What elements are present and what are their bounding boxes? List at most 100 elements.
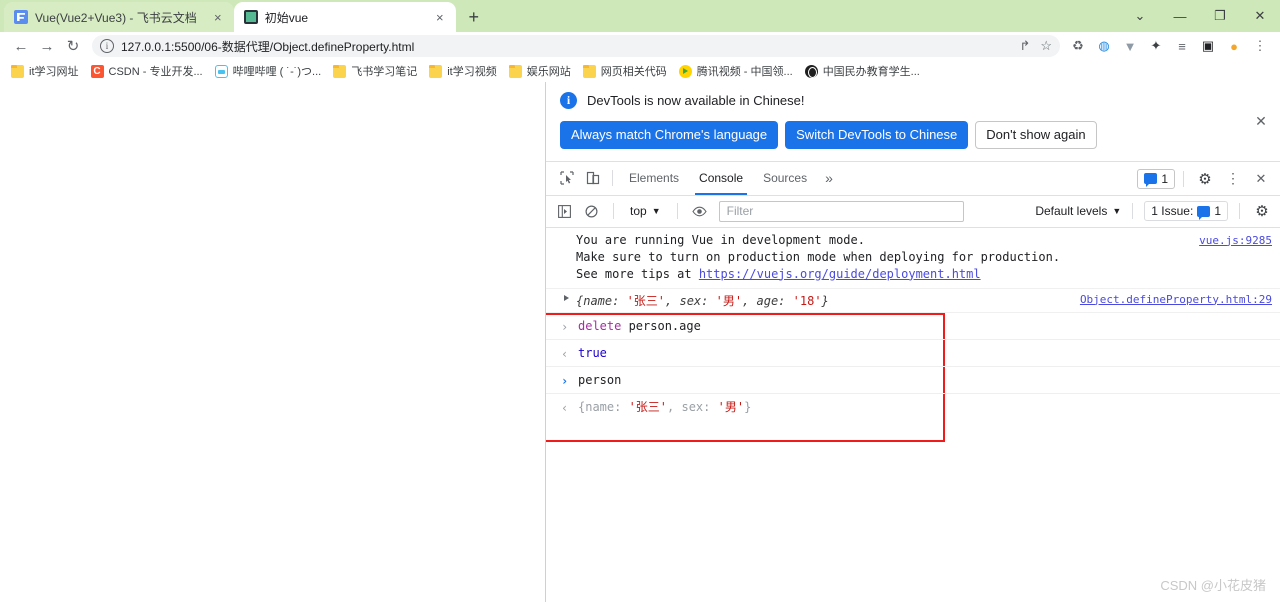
- repl-keyword: delete: [578, 318, 622, 333]
- side-panel-icon[interactable]: ▣: [1196, 34, 1220, 58]
- clear-console-icon[interactable]: [580, 200, 602, 222]
- forward-button[interactable]: →: [34, 33, 60, 59]
- bookmark-star-icon[interactable]: ☆: [1040, 38, 1052, 54]
- console-repl-output-2[interactable]: ‹ {name: '张三', sex: '男'}: [546, 394, 1280, 420]
- expand-triangle-icon[interactable]: [564, 294, 569, 301]
- back-button[interactable]: ←: [8, 33, 34, 59]
- object-suffix: }: [744, 399, 752, 414]
- console-output[interactable]: vue.js:9285 You are running Vue in devel…: [546, 227, 1280, 602]
- console-repl-input-1[interactable]: › delete person.age: [546, 313, 1280, 340]
- close-devtools-icon[interactable]: ✕: [1248, 167, 1274, 191]
- divider: [612, 170, 613, 187]
- console-message-vue-warning: vue.js:9285 You are running Vue in devel…: [546, 228, 1280, 289]
- divider: [676, 203, 678, 220]
- profile-avatar-icon[interactable]: ●: [1222, 34, 1246, 58]
- object-value-name: '张三': [626, 293, 666, 308]
- media-list-icon[interactable]: ≡: [1170, 34, 1194, 58]
- close-window-button[interactable]: ✕: [1240, 0, 1280, 32]
- window-controls: ⌄ — ❐ ✕: [1120, 0, 1280, 32]
- browser-window: Vue(Vue2+Vue3) - 飞书云文档 × 初始vue × + ⌄ — ❐…: [0, 0, 1280, 602]
- browser-extension-blue-icon[interactable]: ◍: [1092, 34, 1116, 58]
- console-repl-input-2[interactable]: › person: [546, 367, 1280, 394]
- bookmark-item[interactable]: 哔哩哔哩 ( ˙-˙)つ...: [210, 61, 327, 81]
- bookmark-item[interactable]: 网页相关代码: [578, 61, 672, 81]
- chrome-menu-icon[interactable]: ⋮: [1248, 34, 1272, 58]
- console-sidebar-icon[interactable]: [553, 200, 575, 222]
- tab-close-icon[interactable]: ×: [432, 9, 448, 25]
- inspect-element-icon[interactable]: [554, 166, 580, 190]
- issues-status-chip[interactable]: 1 Issue: 1: [1144, 201, 1228, 222]
- repl-result-value: true: [578, 345, 607, 360]
- source-link[interactable]: Object.defineProperty.html:29: [1080, 293, 1272, 306]
- browser-tab-1[interactable]: 初始vue ×: [233, 2, 456, 32]
- filter-placeholder: Filter: [726, 204, 754, 219]
- issue-chat-icon: [1144, 173, 1158, 188]
- vimium-extension-icon[interactable]: ▼: [1118, 34, 1142, 58]
- console-filter-input[interactable]: Filter: [718, 200, 964, 222]
- result-arrow-icon: ‹: [561, 400, 569, 415]
- new-tab-button[interactable]: +: [460, 3, 488, 31]
- recycle-extension-icon[interactable]: ♻: [1066, 34, 1090, 58]
- dont-show-again-button[interactable]: Don't show again: [975, 121, 1097, 149]
- chevron-down-icon: ▼: [651, 206, 661, 217]
- tab-console[interactable]: Console: [689, 163, 753, 195]
- extensions-puzzle-icon[interactable]: ✦: [1144, 34, 1168, 58]
- reload-button[interactable]: ↻: [60, 33, 86, 59]
- address-bar[interactable]: i 127.0.0.1:5500/06-数据代理/Object.definePr…: [92, 35, 1060, 57]
- divider: [1132, 203, 1134, 220]
- warning-line: You are running Vue in development mode.: [576, 232, 865, 247]
- browser-tab-0[interactable]: Vue(Vue2+Vue3) - 飞书云文档 ×: [4, 2, 234, 32]
- log-levels-selector[interactable]: Default levels ▼: [1035, 204, 1121, 218]
- warning-line-with-link: See more tips at https://vuejs.org/guide…: [576, 266, 1270, 283]
- vue-deployment-link[interactable]: https://vuejs.org/guide/deployment.html: [699, 267, 981, 281]
- issues-badge[interactable]: 1: [1137, 168, 1175, 189]
- address-bar-url: 127.0.0.1:5500/06-数据代理/Object.defineProp…: [121, 39, 415, 54]
- object-mid-2: , age:: [742, 293, 793, 308]
- kebab-menu-icon[interactable]: ⋮: [1220, 167, 1246, 191]
- bookmark-label: 腾讯视频 - 中国领...: [696, 66, 793, 78]
- bookmarks-bar: it学习网址 C CSDN - 专业开发... 哔哩哔哩 ( ˙-˙)つ... …: [0, 60, 1280, 82]
- console-toolbar: top ▼ Filter Default levels ▼ 1 Issue: 1…: [546, 195, 1280, 228]
- issues-label: 1 Issue:: [1151, 204, 1194, 219]
- tab-search-button[interactable]: ⌄: [1120, 0, 1160, 32]
- bookmark-item[interactable]: C CSDN - 专业开发...: [86, 61, 208, 81]
- bookmark-item[interactable]: 中国民办教育学生...: [800, 61, 925, 81]
- site-info-icon[interactable]: i: [100, 39, 114, 53]
- close-icon[interactable]: ✕: [1252, 112, 1270, 130]
- more-tabs-icon[interactable]: »: [817, 170, 841, 186]
- bookmark-label: 网页相关代码: [600, 66, 667, 78]
- object-suffix: }: [821, 293, 829, 308]
- object-prefix: {name:: [576, 293, 627, 308]
- bookmark-item[interactable]: 腾讯视频 - 中国领...: [674, 61, 798, 81]
- tab-sources[interactable]: Sources: [753, 163, 817, 194]
- source-link[interactable]: vue.js:9285: [1199, 232, 1272, 249]
- bookmark-item[interactable]: 飞书学习笔记: [328, 61, 422, 81]
- globe-icon: [804, 64, 818, 78]
- gear-icon[interactable]: ⚙: [1192, 167, 1218, 191]
- device-toolbar-icon[interactable]: [580, 166, 606, 190]
- bookmark-label: 中国民办教育学生...: [822, 66, 920, 78]
- execution-context-selector[interactable]: top ▼: [625, 204, 666, 218]
- browser-toolbar: ← → ↻ i 127.0.0.1:5500/06-数据代理/Object.de…: [0, 32, 1280, 60]
- folder-icon: [11, 64, 24, 78]
- bookmark-item[interactable]: it学习网址: [6, 61, 84, 81]
- folder-icon: [508, 64, 522, 78]
- minimize-button[interactable]: —: [1160, 0, 1200, 32]
- tab-close-icon[interactable]: ×: [210, 9, 226, 25]
- bookmark-label: 哔哩哔哩 ( ˙-˙)つ...: [232, 66, 322, 78]
- maximize-button[interactable]: ❐: [1200, 0, 1240, 32]
- bookmark-item[interactable]: 娱乐网站: [504, 61, 576, 81]
- chevron-down-icon: ▼: [1112, 206, 1122, 217]
- console-message-object-log[interactable]: Object.defineProperty.html:29 {name: '张三…: [546, 289, 1280, 313]
- switch-to-chinese-button[interactable]: Switch DevTools to Chinese: [785, 121, 969, 149]
- live-expression-eye-icon[interactable]: [689, 200, 711, 222]
- devtools-language-banner: i DevTools is now available in Chinese! …: [546, 82, 1280, 162]
- tab-elements[interactable]: Elements: [619, 163, 689, 194]
- always-match-language-button[interactable]: Always match Chrome's language: [560, 121, 779, 149]
- bookmark-item[interactable]: it学习视频: [424, 61, 502, 81]
- tab-strip: Vue(Vue2+Vue3) - 飞书云文档 × 初始vue × + ⌄ — ❐…: [0, 0, 1280, 32]
- object-mid-1: , sex:: [665, 293, 716, 308]
- share-icon[interactable]: ↱: [1019, 38, 1030, 54]
- divider: [1183, 170, 1184, 187]
- console-settings-gear-icon[interactable]: ⚙: [1251, 200, 1273, 222]
